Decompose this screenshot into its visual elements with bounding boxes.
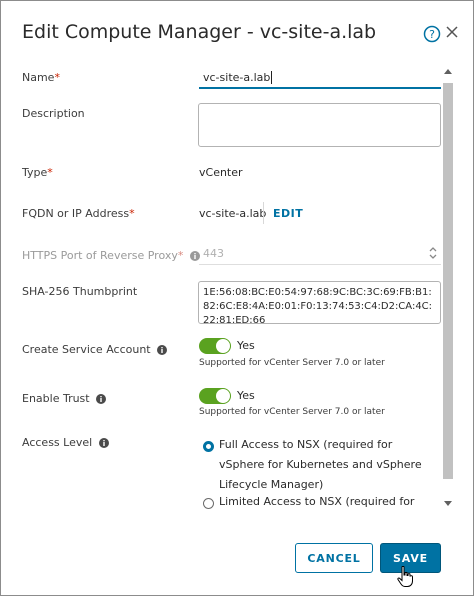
service-account-toggle-label: Yes [237,339,255,352]
type-label: Type* [22,166,53,179]
scroll-down-arrow[interactable] [444,501,452,506]
fqdn-edit-link[interactable]: EDIT [273,207,303,220]
https-port-label: HTTPS Port of Reverse Proxy* [22,249,200,262]
service-account-toggle[interactable] [199,338,231,354]
thumbprint-textarea[interactable]: 1E:56:08:BC:E0:54:97:68:9C:BC:3C:69:FB:B… [198,281,441,326]
https-port-input[interactable]: 443 [199,245,441,265]
scroll-up-arrow[interactable] [444,69,452,74]
name-label: Name* [22,71,60,84]
access-limited-label[interactable]: Limited Access to NSX (required for [219,492,435,512]
enable-trust-toggle-label: Yes [237,389,255,402]
access-full-radio[interactable] [203,441,214,452]
help-icon[interactable]: ? [423,25,441,43]
hand-cursor-icon [397,566,413,587]
enable-trust-helper: Supported for vCenter Server 7.0 or late… [199,407,385,417]
svg-text:?: ? [429,28,435,41]
close-icon[interactable] [445,25,459,39]
type-value: vCenter [199,166,243,179]
service-account-helper: Supported for vCenter Server 7.0 or late… [199,358,385,368]
access-limited-radio[interactable] [203,498,214,509]
cancel-button[interactable]: CANCEL [295,543,373,573]
service-account-label: Create Service Account [22,343,168,356]
info-icon[interactable] [96,394,107,404]
dialog-title: Edit Compute Manager - vc-site-a.lab [22,21,377,43]
enable-trust-label: Enable Trust [22,392,107,405]
enable-trust-toggle[interactable] [199,388,231,404]
fqdn-value: vc-site-a.lab [199,207,267,220]
thumbprint-label: SHA-256 Thumbprint [22,285,138,298]
port-spinner-icon[interactable] [428,246,438,260]
description-label: Description [22,107,85,120]
edit-compute-manager-dialog: Edit Compute Manager - vc-site-a.lab ? N… [0,0,474,596]
info-icon[interactable] [98,438,109,448]
fqdn-divider [263,202,264,224]
scroll-thumb[interactable] [443,83,453,479]
info-icon[interactable] [157,345,168,355]
access-level-label: Access Level [22,436,109,449]
fqdn-label: FQDN or IP Address* [22,207,135,220]
access-full-label[interactable]: Full Access to NSX (required for vSphere… [219,435,435,495]
description-textarea[interactable] [198,103,441,147]
name-input[interactable]: vc-site-a.lab [199,69,441,89]
